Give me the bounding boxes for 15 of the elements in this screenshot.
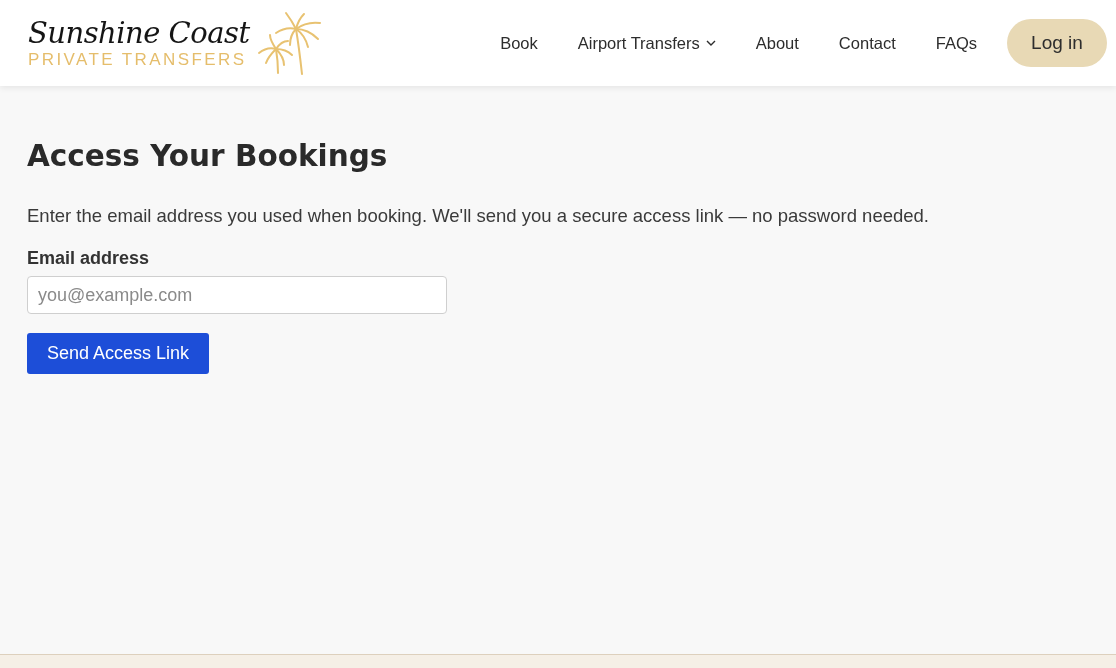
nav-link[interactable]: FAQs <box>915 25 997 61</box>
nav-link[interactable]: Contact <box>818 25 916 61</box>
nav-link[interactable]: About <box>735 25 819 61</box>
nav-link[interactable]: Book <box>480 25 558 61</box>
description-text: Enter the email address you used when booking. We'll send you a secure access link — no password needed. <box>27 204 929 228</box>
page-title: Access Your Bookings <box>27 138 388 175</box>
logo-subtitle: PRIVATE TRANSFERS <box>28 50 247 70</box>
email-input-field[interactable]: you@example.com <box>27 276 447 314</box>
email-label: Email address <box>27 247 150 269</box>
nav-dropdown-label: Airport Transfers <box>577 33 700 53</box>
send-access-link-button[interactable]: Send Access Link <box>27 333 209 374</box>
nav-dropdown[interactable]: Airport Transfers <box>557 25 736 61</box>
login-button[interactable]: Log in <box>1007 19 1107 67</box>
logo-title: Sunshine Coast <box>28 16 250 50</box>
chevron-down-icon <box>705 40 716 46</box>
